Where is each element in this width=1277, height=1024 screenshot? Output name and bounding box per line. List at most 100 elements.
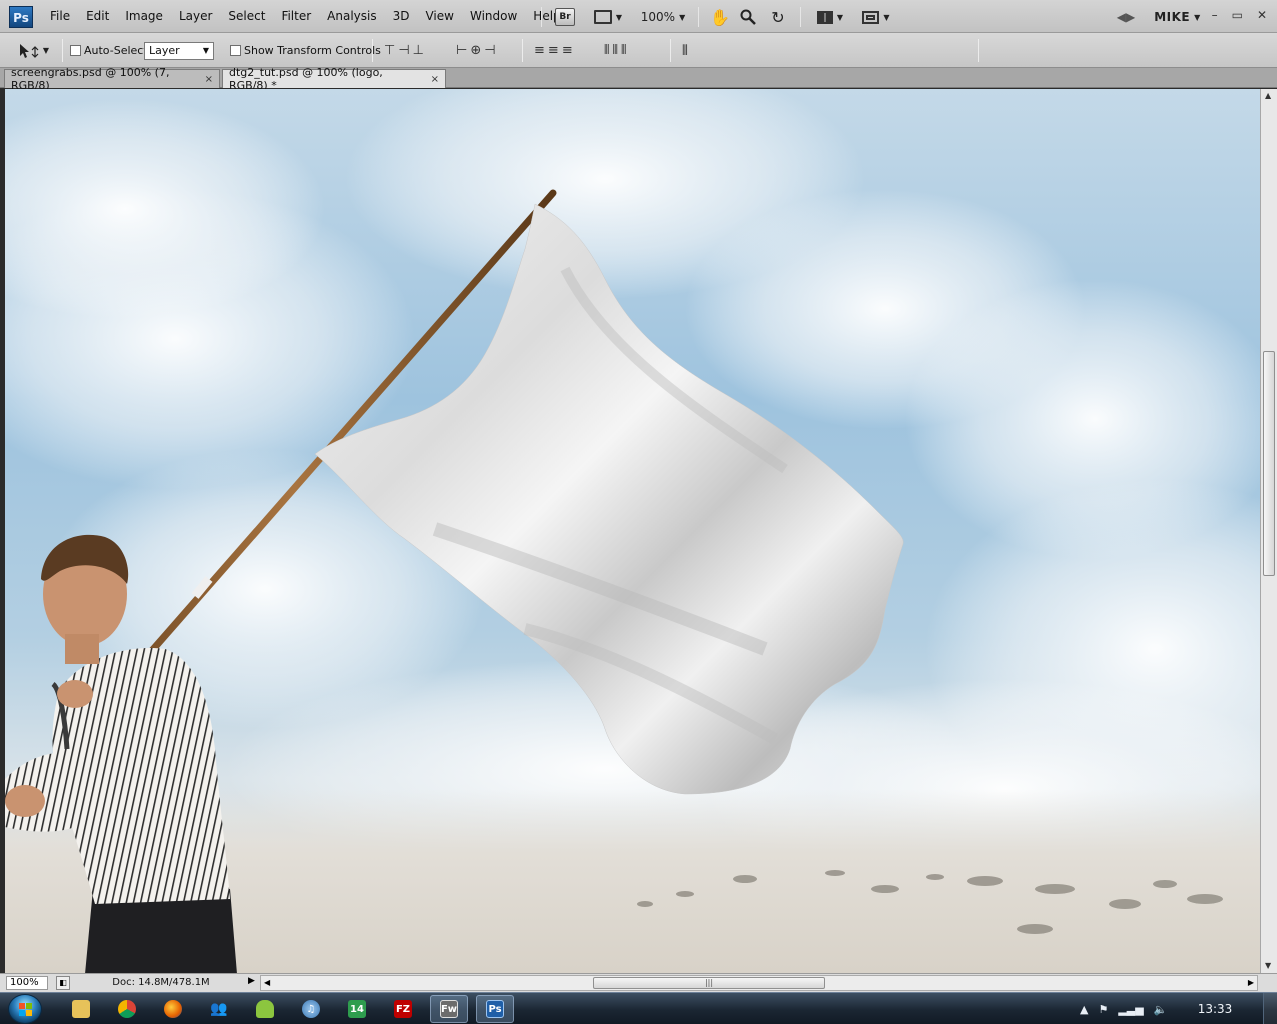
- chevron-down-icon: ▼: [615, 12, 623, 22]
- align-bottom-icon[interactable]: ⊥: [413, 43, 424, 58]
- photoshop-icon: Ps: [486, 1000, 504, 1018]
- close-icon[interactable]: ×: [431, 74, 439, 85]
- arrange-icon: [816, 10, 833, 24]
- close-icon[interactable]: ×: [205, 74, 213, 85]
- android-icon: [256, 1000, 274, 1018]
- distribute-vcenter-icon[interactable]: ≡: [548, 43, 559, 58]
- taskbar-android[interactable]: [246, 995, 284, 1023]
- minimize-icon[interactable]: –: [1212, 8, 1218, 22]
- menu-3d[interactable]: 3D: [385, 0, 418, 33]
- scroll-right-icon[interactable]: ▶: [1248, 978, 1254, 987]
- tool-preset-picker[interactable]: ▼: [8, 33, 58, 68]
- action-center-icon[interactable]: ⚑: [1098, 1003, 1108, 1016]
- align-hcenter-icon[interactable]: ⊕: [470, 43, 481, 58]
- manager-icon: 14: [348, 1000, 366, 1018]
- fireworks-icon: Fw: [440, 1000, 458, 1018]
- menu-file[interactable]: File: [42, 0, 78, 33]
- menu-layer[interactable]: Layer: [171, 0, 220, 33]
- menu-edit[interactable]: Edit: [78, 0, 117, 33]
- status-zoom-icon[interactable]: ◧: [56, 976, 70, 990]
- status-menu-icon[interactable]: ▶: [248, 976, 255, 986]
- auto-align-button[interactable]: ⫴: [682, 33, 688, 68]
- folder-icon: [72, 1000, 90, 1018]
- vertical-scroll-thumb[interactable]: [1263, 351, 1275, 576]
- auto-align-icon: ⫴: [682, 42, 688, 59]
- system-tray: ▲ ⚑ ▂▃▅ 🔈: [1080, 993, 1167, 1024]
- zoom-level-select[interactable]: 100% ▼: [635, 6, 691, 28]
- arrange-documents-button[interactable]: ▼: [812, 6, 848, 28]
- align-left-icon[interactable]: ⊢: [456, 43, 467, 58]
- align-top-icon[interactable]: ⊤: [384, 43, 395, 58]
- transform-controls-checkbox[interactable]: [230, 45, 241, 56]
- options-separator: [978, 39, 979, 62]
- panel-collapse-arrows[interactable]: ◀▶: [1112, 6, 1140, 28]
- menu-analysis[interactable]: Analysis: [319, 0, 384, 33]
- taskbar-clock[interactable]: 13:33: [1190, 993, 1240, 1024]
- taskbar-explorer[interactable]: [62, 995, 100, 1023]
- taskbar-firefox[interactable]: [154, 995, 192, 1023]
- bridge-button[interactable]: Br: [552, 6, 578, 28]
- menu-view[interactable]: View: [417, 0, 461, 33]
- status-zoom-field[interactable]: 100%: [6, 976, 48, 990]
- auto-select-target: Layer ▼: [144, 33, 214, 68]
- close-icon[interactable]: ✕: [1257, 8, 1267, 22]
- taskbar-photoshop[interactable]: Ps: [476, 995, 514, 1023]
- menu-select[interactable]: Select: [220, 0, 273, 33]
- taskbar-filezilla[interactable]: FZ: [384, 995, 422, 1023]
- volume-icon[interactable]: 🔈: [1154, 1003, 1168, 1016]
- screen-mode-button[interactable]: ▼: [858, 6, 894, 28]
- align-vcenter-icon[interactable]: ⊣: [398, 43, 409, 58]
- chevron-down-icon: ▼: [202, 46, 209, 55]
- network-icon[interactable]: ▂▃▅: [1118, 1003, 1143, 1016]
- menu-separator: [800, 7, 801, 27]
- document-tab-dtg2-tut[interactable]: dtg2_tut.psd @ 100% (logo, RGB/8) * ×: [222, 66, 446, 92]
- double-arrow-icon: ◀▶: [1116, 10, 1136, 24]
- taskbar-fireworks[interactable]: Fw: [430, 995, 468, 1023]
- document-canvas[interactable]: [5, 89, 1260, 973]
- rotate-view-icon: ↻: [771, 7, 785, 27]
- extras-menu-button[interactable]: ▼: [588, 6, 628, 28]
- menu-window[interactable]: Window: [462, 0, 525, 33]
- artwork: [5, 89, 1260, 973]
- workspace-switcher[interactable]: MIKE ▼: [1150, 6, 1205, 28]
- menu-separator: [541, 7, 542, 27]
- distribute-bottom-icon[interactable]: ≡: [562, 43, 573, 58]
- horizontal-scroll-thumb[interactable]: |||: [593, 977, 825, 989]
- show-desktop-button[interactable]: [1263, 993, 1277, 1024]
- distribute-hcenter-icon[interactable]: ⫴: [612, 43, 618, 58]
- screen-mode-icon: [862, 10, 880, 24]
- distribute-top-icon[interactable]: ≡: [534, 43, 545, 58]
- document-tab-screengrabs[interactable]: screengrabs.psd @ 100% (7, RGB/8) ×: [4, 66, 220, 92]
- scroll-up-icon[interactable]: ▲: [1265, 91, 1271, 100]
- show-hidden-icons-icon[interactable]: ▲: [1080, 1003, 1088, 1016]
- rotate-view-button[interactable]: ↻: [766, 6, 790, 28]
- zoom-level-value: 100%: [640, 10, 676, 24]
- distribute-right-icon[interactable]: ⫴: [621, 43, 627, 58]
- start-button[interactable]: [8, 994, 42, 1024]
- scroll-left-icon[interactable]: ◀: [264, 978, 270, 987]
- chevron-down-icon: ▼: [679, 12, 686, 22]
- taskbar-messenger[interactable]: 👥: [200, 995, 238, 1023]
- options-separator: [372, 39, 373, 62]
- horizontal-scrollbar[interactable]: ◀ ||| ▶: [260, 975, 1258, 991]
- taskbar-manager[interactable]: 14: [338, 995, 376, 1023]
- options-separator: [670, 39, 671, 62]
- align-right-icon[interactable]: ⊣: [484, 43, 495, 58]
- vertical-scrollbar[interactable]: ▲ ▼: [1260, 89, 1277, 973]
- zoom-tool-button[interactable]: [736, 6, 760, 28]
- scroll-down-icon[interactable]: ▼: [1265, 961, 1271, 970]
- bridge-icon: Br: [555, 8, 575, 26]
- hand-tool-button[interactable]: ✋: [708, 6, 732, 28]
- taskbar-chrome[interactable]: [108, 995, 146, 1023]
- menu-image[interactable]: Image: [117, 0, 171, 33]
- photoshop-window: Ps File Edit Image Layer Select Filter A…: [0, 0, 1277, 1024]
- restore-icon[interactable]: ▭: [1232, 8, 1243, 22]
- chevron-down-icon: ▼: [42, 46, 50, 55]
- auto-select-dropdown[interactable]: Layer ▼: [144, 41, 214, 60]
- taskbar-itunes[interactable]: ♫: [292, 995, 330, 1023]
- auto-select-checkbox[interactable]: [70, 45, 81, 56]
- chevron-down-icon: ▼: [836, 12, 844, 22]
- distribute-left-icon[interactable]: ⫴: [604, 43, 610, 58]
- windows-taskbar: 👥 ♫ 14 FZ Fw Ps ▲ ⚑ ▂▃▅ 🔈 13:33: [0, 992, 1277, 1024]
- menu-filter[interactable]: Filter: [273, 0, 319, 33]
